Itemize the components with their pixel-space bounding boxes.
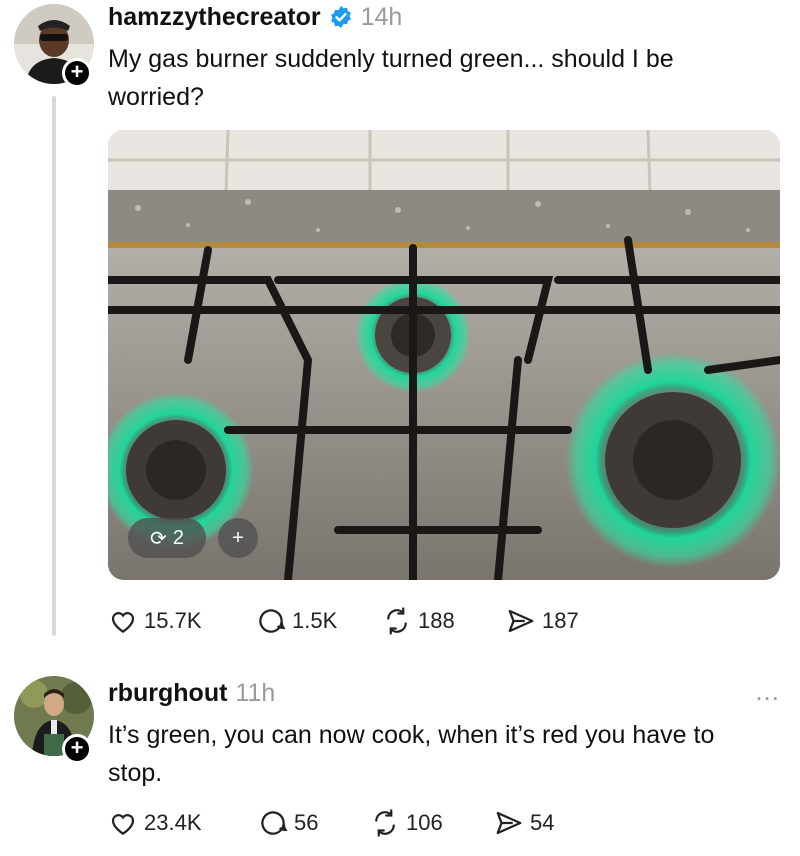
add-button[interactable]: + [218, 518, 258, 558]
reply-button[interactable]: 1.5K [256, 606, 382, 636]
like-button[interactable]: 23.4K [108, 808, 258, 838]
reply-post: + rburghout 11h ... It’s green, you can … [0, 666, 800, 856]
verified-badge-icon [330, 6, 351, 28]
send-icon [496, 811, 522, 835]
comment-icon [259, 609, 286, 633]
reply-button[interactable]: 56 [258, 808, 370, 838]
post-text: My gas burner suddenly turned green... s… [108, 45, 674, 111]
main-post: + hamzzythecreator 14h My gas burner sud… [0, 0, 800, 650]
comment-icon [261, 811, 288, 835]
repost-count-chip[interactable]: ⟳ 2 [128, 518, 206, 558]
username[interactable]: hamzzythecreator [108, 3, 321, 32]
share-button[interactable]: 187 [506, 606, 579, 636]
follow-button[interactable]: + [62, 734, 92, 764]
reply-actions: 23.4K 56 106 54 [108, 808, 554, 838]
repost-icon [375, 809, 395, 837]
repost-button[interactable]: 188 [382, 606, 506, 636]
timestamp: 14h [360, 2, 403, 31]
username[interactable]: rburghout [108, 679, 227, 708]
timestamp: 11h [235, 678, 276, 707]
like-button[interactable]: 15.7K [108, 606, 256, 636]
heart-icon [111, 612, 135, 633]
repost-button[interactable]: 106 [370, 808, 494, 838]
thread-line [52, 96, 56, 636]
follow-button[interactable]: + [62, 58, 92, 88]
heart-icon [111, 814, 135, 835]
share-button[interactable]: 54 [494, 808, 554, 838]
repost-icon [387, 607, 407, 635]
post-actions: 15.7K 1.5K 188 187 [108, 606, 579, 636]
stove-photo [108, 130, 780, 580]
repost-icon: ⟳ [150, 527, 167, 550]
send-icon [508, 609, 534, 633]
post-image[interactable]: ⟳ 2 + [108, 130, 780, 580]
more-options-icon[interactable]: ... [755, 676, 780, 707]
reply-text: It’s green, you can now cook, when it’s … [108, 721, 715, 787]
